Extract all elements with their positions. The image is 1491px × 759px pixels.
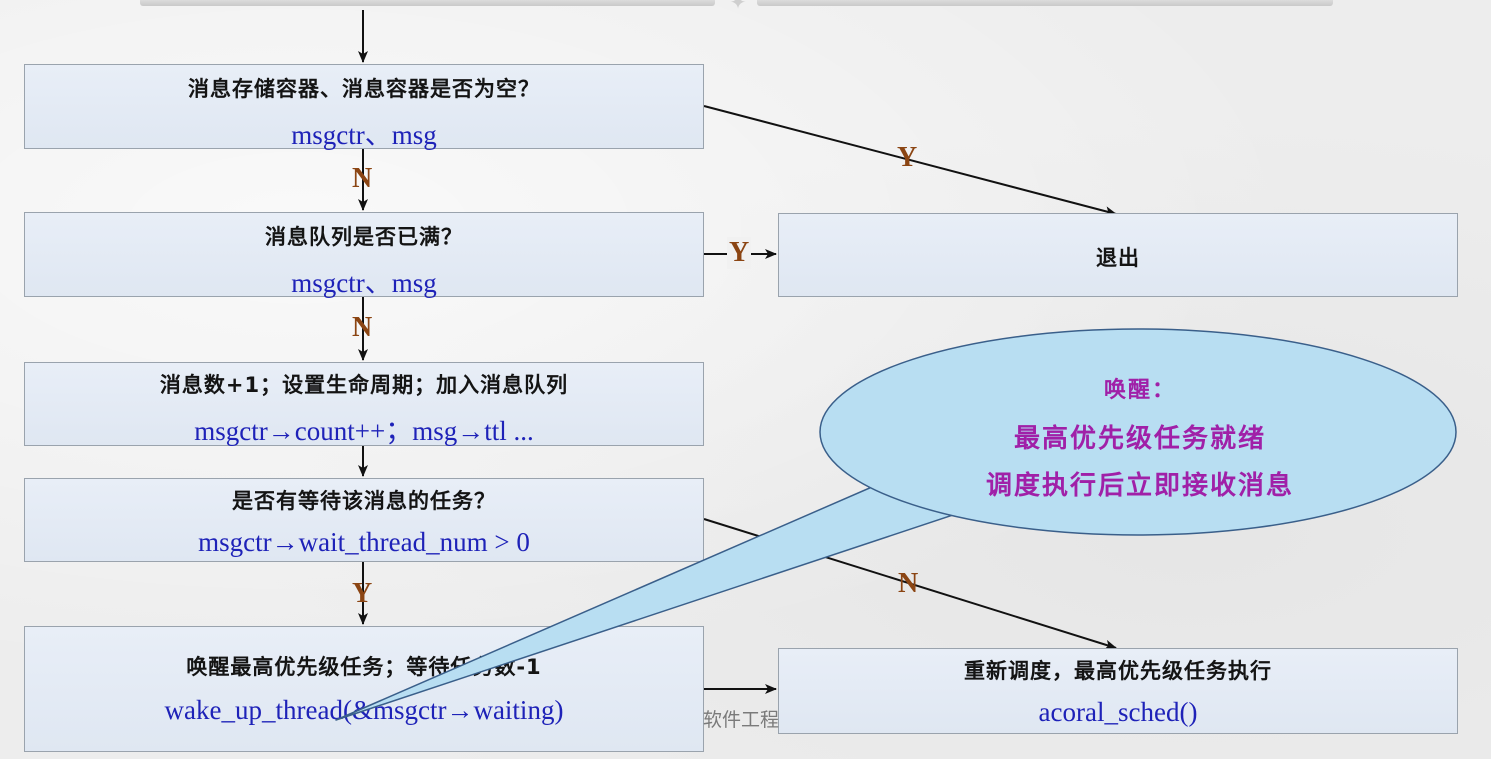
callout-line-2: 调度执行后立即接收消息 — [985, 471, 1294, 501]
callout-title: 唤醒： — [1103, 378, 1176, 403]
callout-line-1: 最高优先级任务就绪 — [1013, 424, 1266, 454]
